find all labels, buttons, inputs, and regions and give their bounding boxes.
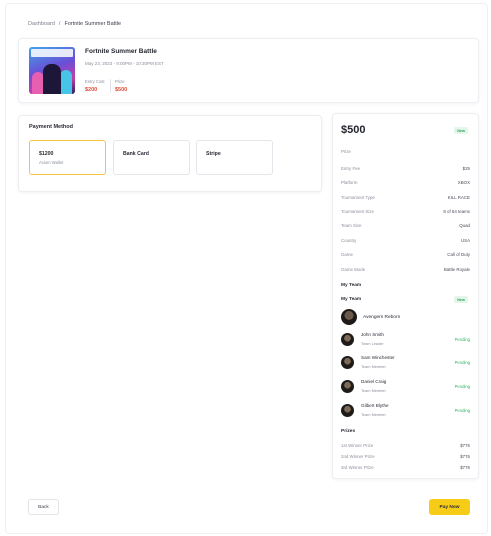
detail-value: Battle Royale <box>443 267 470 272</box>
detail-row: Tournament Size 8 of 64 teams <box>341 209 470 217</box>
detail-row: Game Call of Duty <box>341 252 470 260</box>
detail-label: Country <box>341 238 357 243</box>
breadcrumb-dashboard-link[interactable]: Dashboard <box>28 21 55 27</box>
team-member-row: John Smith Team Leader Pending <box>341 331 470 349</box>
payment-option-subtitle: Axiom Wallet <box>39 160 64 165</box>
payment-method-card: Payment Method $1200 Axiom Wallet Bank C… <box>18 115 322 192</box>
detail-row: Entry Fee $25 <box>341 166 470 174</box>
payment-method-title: Payment Method <box>29 124 74 130</box>
prizes-heading: Prizes <box>341 429 356 434</box>
prize-rank-label: 3rd Winner Prize <box>341 465 374 470</box>
breadcrumb-separator: / <box>58 21 61 27</box>
prize-amount: $776 <box>460 454 470 459</box>
detail-label: Game Mode <box>341 267 366 272</box>
prize-rank-label: 2nd Winner Prize <box>341 454 375 459</box>
avatar <box>341 380 354 393</box>
member-name: Gilbert Blythe <box>361 403 389 408</box>
prize-amount: $776 <box>460 443 470 448</box>
my-team-label: My Team <box>341 297 362 302</box>
avatar <box>341 404 354 417</box>
member-status: Pending <box>454 384 470 389</box>
breadcrumb: Dashboard / Fortnite Summer Battle <box>28 21 121 27</box>
price-label-row: Prize <box>341 149 470 157</box>
member-role: Team Member <box>361 364 386 369</box>
payment-option-title: Bank Card <box>123 151 149 157</box>
detail-label: Entry Fee <box>341 166 361 171</box>
detail-label: Game <box>341 252 353 257</box>
tournament-summary-card: $500 New Prize Entry Fee $25 Platform XB… <box>332 113 479 479</box>
prize-rank-label: 1st Winner Prize <box>341 443 374 448</box>
member-role: Team Member <box>361 388 386 393</box>
member-name: Daniel Craig <box>361 379 387 384</box>
entry-cost-label: Entry Cost <box>85 79 105 84</box>
member-name: Sam Winchester <box>361 355 395 360</box>
event-card: Fortnite Summer Battle May 23, 2023 - 9:… <box>18 38 479 103</box>
event-date: May 23, 2023 - 9:00PM - 10:30PM EST <box>85 61 164 66</box>
member-status: Pending <box>454 360 470 365</box>
payment-option-stripe[interactable]: Stripe <box>196 140 273 175</box>
detail-row: Country USA <box>341 238 470 246</box>
payment-option-title: Stripe <box>206 151 221 157</box>
detail-value: XBOX <box>457 180 470 185</box>
member-status: Pending <box>454 337 470 342</box>
prize-row: 3rd Winner Prize $776 <box>341 465 470 473</box>
detail-row: Team Size Quad <box>341 223 470 231</box>
prize-label: Prize <box>115 79 125 84</box>
detail-label: Platform <box>341 180 358 185</box>
team-avatar <box>341 309 357 325</box>
divider <box>110 79 111 93</box>
breadcrumb-current: Fortnite Summer Battle <box>64 21 121 27</box>
detail-row: Platform XBOX <box>341 180 470 188</box>
detail-value: Quad <box>459 223 470 228</box>
detail-label: Tournament Size <box>341 209 374 214</box>
detail-value: 8 of 64 teams <box>443 209 470 214</box>
member-role: Team Leader <box>361 341 384 346</box>
prize-amount: $776 <box>460 465 470 470</box>
prize-row: 1st Winner Prize $776 <box>341 443 470 451</box>
detail-value: $25 <box>462 166 470 171</box>
price-label: Prize <box>341 149 352 154</box>
avatar <box>341 356 354 369</box>
team-new-badge: New <box>454 296 468 303</box>
detail-label: Tournament Type <box>341 195 375 200</box>
member-name: John Smith <box>361 332 384 337</box>
pay-now-button[interactable]: Pay Now <box>429 499 470 515</box>
payment-option-wallet[interactable]: $1200 Axiom Wallet <box>29 140 106 175</box>
new-badge: New <box>454 127 468 134</box>
team-member-row: Gilbert Blythe Team Member Pending <box>341 402 470 420</box>
avatar <box>341 333 354 346</box>
team-name: Avengers Reborn <box>363 315 401 320</box>
detail-row: Tournament Type KILL RACE <box>341 195 470 203</box>
event-poster-image <box>29 47 75 94</box>
team-member-row: Sam Winchester Team Member Pending <box>341 354 470 372</box>
payment-option-title: $1200 <box>39 151 54 157</box>
entry-cost-value: $200 <box>85 87 98 93</box>
payment-option-bank-card[interactable]: Bank Card <box>113 140 190 175</box>
my-team-heading: My Team <box>341 283 362 288</box>
team-member-row: Daniel Craig Team Member Pending <box>341 378 470 396</box>
detail-value: Call of Duty <box>447 252 470 257</box>
back-button[interactable]: Back <box>28 499 59 515</box>
prize-value: $500 <box>115 87 128 93</box>
detail-value: USA <box>460 238 470 243</box>
detail-label: Team Size <box>341 223 362 228</box>
event-title: Fortnite Summer Battle <box>85 48 157 55</box>
member-role: Team Member <box>361 412 386 417</box>
prize-row: 2nd Winner Prize $776 <box>341 454 470 462</box>
detail-value: KILL RACE <box>447 195 470 200</box>
summary-price: $500 <box>341 124 366 136</box>
member-status: Pending <box>454 408 470 413</box>
detail-row: Game Mode Battle Royale <box>341 267 470 275</box>
